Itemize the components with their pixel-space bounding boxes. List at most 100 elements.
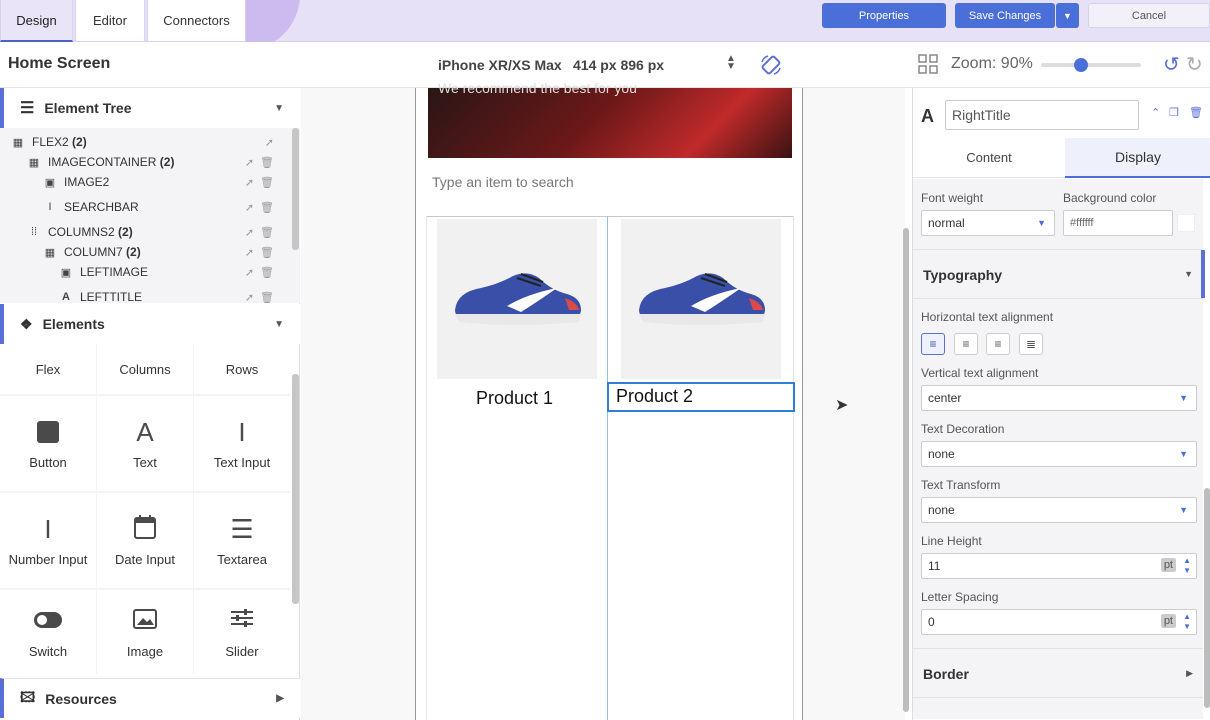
- device-select[interactable]: iPhone XR/XS Max: [438, 57, 562, 73]
- zoom-slider-knob[interactable]: [1074, 58, 1088, 72]
- background-color-input[interactable]: #ffffff: [1063, 210, 1173, 236]
- button-icon: [37, 417, 59, 447]
- trash-icon[interactable]: 🗑: [1189, 106, 1203, 119]
- row-actions-icons[interactable]: ➚🗑: [245, 156, 280, 169]
- tree-scrollbar[interactable]: [292, 128, 299, 250]
- row-actions-icons[interactable]: ➚🗑: [245, 176, 280, 189]
- stepper-icon[interactable]: ▲ ▼: [1183, 612, 1191, 632]
- redo-icon[interactable]: ↻: [1186, 52, 1203, 77]
- element-flex[interactable]: Flex: [0, 344, 96, 394]
- font-weight-select[interactable]: normal ▼: [921, 210, 1055, 236]
- elements-header[interactable]: ❖ Elements ▼: [0, 304, 300, 344]
- letter-spacing-input[interactable]: 0 pt ▲ ▼: [921, 609, 1197, 635]
- tree-count: (2): [72, 135, 87, 149]
- row-actions-icons[interactable]: ➚🗑: [245, 266, 280, 279]
- align-justify-button[interactable]: ≣: [1019, 333, 1043, 355]
- properties-button[interactable]: Properties: [822, 3, 946, 28]
- transform-select[interactable]: none ▼: [921, 497, 1197, 523]
- divider: [426, 216, 794, 217]
- v-align-select[interactable]: center ▼: [921, 385, 1197, 411]
- decoration-label: Text Decoration: [921, 422, 1005, 436]
- color-swatch[interactable]: [1177, 214, 1195, 232]
- element-text[interactable]: A Text: [97, 396, 193, 491]
- tree-row-column7[interactable]: ▦ COLUMN7 (2) ➚🗑: [0, 242, 290, 262]
- element-switch[interactable]: Switch: [0, 590, 96, 674]
- decoration-select[interactable]: none ▼: [921, 441, 1197, 467]
- search-bar[interactable]: Type an item to search: [432, 174, 574, 190]
- cancel-button[interactable]: Cancel: [1088, 3, 1210, 28]
- element-textarea[interactable]: ☰ Textarea: [194, 493, 290, 588]
- element-text-input[interactable]: I Text Input: [194, 396, 290, 491]
- tab-content[interactable]: Content: [913, 138, 1065, 178]
- element-tree-title: Element Tree: [44, 100, 132, 116]
- collapse-icon[interactable]: ⌃: [1151, 106, 1160, 119]
- tree-label: IMAGE2: [64, 175, 110, 189]
- tree-row-leftimage[interactable]: ▣ LEFTIMAGE ➚🗑: [0, 262, 290, 282]
- element-image[interactable]: Image: [97, 590, 193, 674]
- tree-row-columns2[interactable]: ⁞⁞ COLUMNS2 (2) ➚🗑: [0, 222, 290, 242]
- zoom-slider[interactable]: [1041, 58, 1141, 72]
- tab-editor[interactable]: Editor: [75, 0, 145, 42]
- image-icon: ▣: [60, 266, 72, 279]
- element-button[interactable]: Button: [0, 396, 96, 491]
- rotate-device-icon[interactable]: [760, 54, 782, 76]
- tab-display[interactable]: Display: [1065, 138, 1210, 178]
- font-weight-label: Font weight: [921, 191, 984, 205]
- zoom-label: Zoom: 90%: [951, 55, 1033, 72]
- tab-connectors[interactable]: Connectors: [147, 0, 246, 42]
- line-height-input[interactable]: 11 pt ▲ ▼: [921, 553, 1197, 579]
- chevron-down-icon: ▼: [1063, 10, 1072, 21]
- phone-canvas: We recommend the best for you Type an it…: [415, 80, 803, 720]
- element-label: Text Input: [213, 455, 271, 470]
- align-center-button[interactable]: ≡: [954, 333, 978, 355]
- element-number-input[interactable]: I Number Input: [0, 493, 96, 588]
- resources-header[interactable]: 🖾 Resources ▶: [0, 678, 300, 718]
- tree-row-searchbar[interactable]: I SEARCHBAR ➚🗑: [0, 197, 290, 217]
- element-slider[interactable]: Slider: [194, 590, 290, 674]
- hero-image[interactable]: We recommend the best for you: [428, 80, 792, 158]
- inspector-scrollbar[interactable]: [1204, 488, 1210, 708]
- updown-icon[interactable]: ▲ ▼: [726, 54, 736, 72]
- align-left-button[interactable]: ≡: [921, 333, 945, 355]
- tree-row-image2[interactable]: ▣ IMAGE2 ➚🗑: [0, 172, 290, 192]
- undo-icon[interactable]: ↺: [1163, 52, 1180, 77]
- inspector-panel: A RightTitle ⌃ ❐ 🗑 Content Display Font …: [912, 88, 1210, 720]
- border-title: Border: [923, 666, 969, 682]
- element-tree-header[interactable]: ☰ Element Tree ▼: [0, 88, 300, 128]
- column-divider: [607, 216, 608, 720]
- typography-header[interactable]: Typography ▼: [913, 249, 1203, 299]
- copy-icon[interactable]: ❐: [1169, 106, 1179, 119]
- right-image[interactable]: [621, 219, 781, 379]
- save-options-dropdown[interactable]: ▼: [1056, 3, 1079, 28]
- row-actions-icons[interactable]: ➚🗑: [245, 226, 280, 239]
- tree-row-lefttitle[interactable]: A LEFTTITLE ➚🗑: [0, 287, 290, 303]
- text-input-icon: I: [238, 417, 246, 447]
- select-icon[interactable]: ➚: [265, 136, 280, 149]
- tree-row-flex2[interactable]: ▦ FLEX2 (2) ➚: [0, 132, 290, 152]
- fit-screen-icon[interactable]: [918, 54, 938, 74]
- save-changes-button[interactable]: Save Changes: [955, 3, 1055, 28]
- tree-row-imagecontainer[interactable]: ▦ IMAGECONTAINER (2) ➚🗑: [0, 152, 290, 172]
- stepper-icon[interactable]: ▲ ▼: [1183, 556, 1191, 576]
- align-right-button[interactable]: ≡: [986, 333, 1010, 355]
- section-indicator: [1201, 250, 1205, 298]
- image-icon: ▣: [44, 176, 56, 189]
- left-title[interactable]: Product 1: [476, 388, 553, 409]
- elements-scrollbar[interactable]: [292, 374, 299, 604]
- left-image[interactable]: [437, 219, 597, 379]
- row-actions-icons[interactable]: ➚🗑: [245, 201, 280, 214]
- element-label: Button: [29, 455, 67, 470]
- element-date-input[interactable]: Date Input: [97, 493, 193, 588]
- container-icon: ▦: [28, 156, 40, 169]
- right-title-selected[interactable]: Product 2: [607, 382, 795, 412]
- tree-label: COLUMN7: [64, 245, 123, 259]
- element-columns[interactable]: Columns: [97, 344, 193, 394]
- canvas-scrollbar[interactable]: [903, 228, 909, 712]
- tab-design[interactable]: Design: [0, 0, 73, 42]
- row-actions-icons[interactable]: ➚🗑: [245, 246, 280, 259]
- component-name-input[interactable]: RightTitle: [945, 100, 1139, 130]
- row-actions-icons[interactable]: ➚🗑: [245, 291, 280, 304]
- tree-label: FLEX2: [32, 135, 69, 149]
- border-header[interactable]: Border ▶: [913, 648, 1203, 698]
- element-rows[interactable]: Rows: [194, 344, 290, 394]
